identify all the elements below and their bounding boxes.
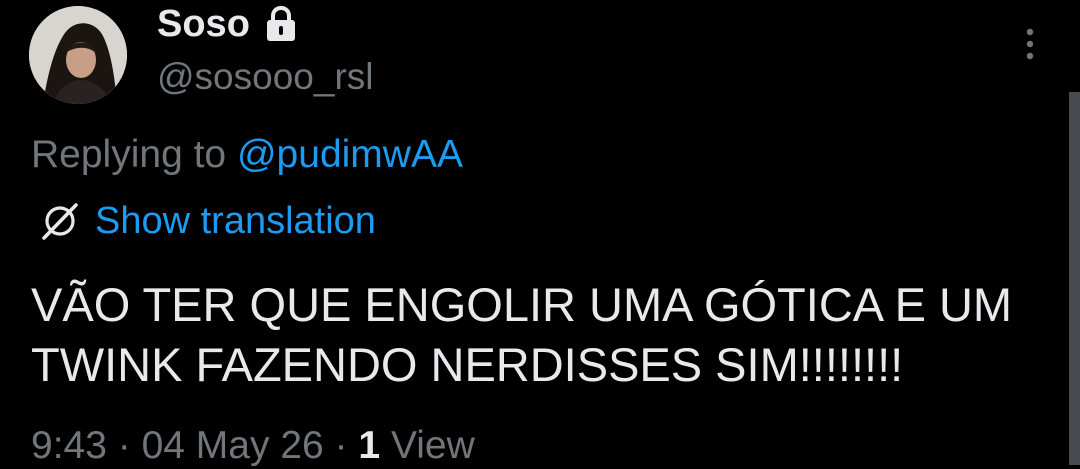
author-name[interactable]: Soso [157,2,250,46]
view-label: View [390,424,475,467]
author-name-row[interactable]: Soso [157,2,298,46]
reply-mention-link[interactable]: @pudimwAA [237,133,463,176]
tweet-date[interactable]: 04 May 26 [142,424,324,467]
show-translation-button[interactable]: Show translation [38,198,376,244]
author-handle[interactable]: @sosooo_rsl [157,55,374,99]
tweet-meta: 9:43 · 04 May 26 · 1 View [31,423,475,469]
scrollbar[interactable] [1069,92,1080,465]
avatar-image [29,6,127,104]
reply-prefix: Replying to [31,133,227,176]
meta-separator: · [334,424,348,467]
reply-context: Replying to @pudimwAA [31,132,463,178]
more-vertical-icon[interactable] [1020,26,1040,62]
meta-separator: · [117,424,131,467]
show-translation-label[interactable]: Show translation [95,198,376,244]
avatar[interactable] [29,6,127,104]
lock-icon [266,6,295,41]
tweet-text: VÃO TER QUE ENGOLIR UMA GÓTICA E UM TWIN… [31,278,1013,391]
globe-icon [42,203,78,240]
view-count: 1 [358,424,381,467]
tweet-time[interactable]: 9:43 [31,424,107,467]
